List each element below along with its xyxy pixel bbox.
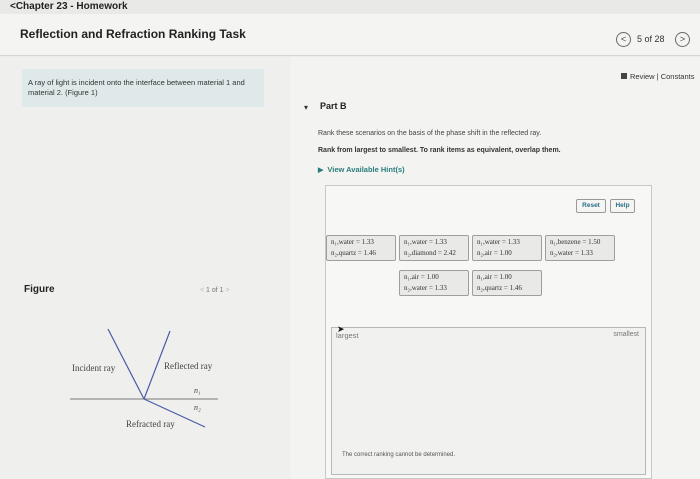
right-panel: Review | Constants ▾ Part B Rank these s…: [290, 57, 700, 479]
instruction-text: Rank these scenarios on the basis of the…: [318, 130, 542, 137]
previous-item-button[interactable]: <: [616, 32, 631, 47]
chip-n2-value: n₂,water = 1.33: [404, 284, 447, 292]
page-count: 5 of 28: [637, 34, 665, 44]
intro-text[interactable]: A ray of light is incident onto the inte…: [28, 78, 262, 98]
collapse-part-icon[interactable]: ▾: [304, 103, 308, 112]
chip-n1-value: n₁,air = 1.00: [477, 273, 512, 281]
chip-n1-value: n₁,water = 1.33: [477, 238, 520, 246]
cannot-be-determined-option[interactable]: The correct ranking cannot be determined…: [342, 452, 455, 458]
n1-label: n₁: [194, 386, 201, 395]
view-hints-link[interactable]: ▶ View Available Hint(s): [318, 165, 405, 174]
back-to-chapter-link[interactable]: <Chapter 23 - Homework: [10, 1, 128, 12]
expand-triangle-icon: ▶: [318, 167, 324, 174]
reflection-refraction-diagram: Incident ray Reflected ray n₁ n₂ Refract…: [70, 328, 218, 429]
top-bar: <Chapter 23 - Homework: [0, 0, 700, 14]
left-panel: A ray of light is incident onto the inte…: [0, 57, 290, 479]
review-constants-link[interactable]: Review | Constants: [621, 72, 694, 81]
chip-n2-value: n₂,diamond = 2.42: [404, 249, 456, 257]
chip-n1-value: n₁,benzene = 1.50: [550, 238, 601, 246]
ranking-chip[interactable]: n₁,water = 1.33 n₂,quartz = 1.46: [326, 235, 396, 261]
next-item-button[interactable]: >: [675, 32, 690, 47]
header: Reflection and Refraction Ranking Task <…: [0, 14, 700, 56]
ranking-chip[interactable]: n₁,benzene = 1.50 n₂,water = 1.33: [545, 235, 615, 261]
chip-n2-value: n₂,quartz = 1.46: [477, 284, 522, 292]
chip-n1-value: n₁,air = 1.00: [404, 273, 439, 281]
refracted-ray-label: Refracted ray: [126, 419, 175, 429]
chip-n2-value: n₂,air = 1.00: [477, 249, 512, 257]
smallest-label: smallest: [613, 331, 639, 338]
incident-ray-label: Incident ray: [72, 363, 116, 373]
ranking-chip[interactable]: n₁,water = 1.33 n₂,diamond = 2.42: [399, 235, 469, 261]
ranking-area: Reset Help n₁,water = 1.33 n₂,quartz = 1…: [325, 185, 652, 479]
ranking-chip[interactable]: n₁,air = 1.00 n₂,water = 1.33: [399, 270, 469, 296]
hints-text: View Available Hint(s): [327, 165, 405, 174]
reset-button[interactable]: Reset: [576, 199, 606, 213]
mouse-cursor-icon: ➤: [337, 324, 345, 334]
figure-pager: < 1 of 1 >: [200, 287, 230, 294]
chip-n2-value: n₂,quartz = 1.46: [331, 249, 376, 257]
ranking-chip[interactable]: n₁,air = 1.00 n₂,quartz = 1.46: [472, 270, 542, 296]
n2-label: n₂: [194, 403, 201, 412]
figure-pager-text: 1 of 1: [206, 287, 224, 294]
chip-n2-value: n₂,water = 1.33: [550, 249, 593, 257]
figure-prev-icon[interactable]: <: [200, 287, 204, 294]
intro-box: A ray of light is incident onto the inte…: [22, 69, 264, 107]
help-button[interactable]: Help: [610, 199, 635, 213]
reflected-ray-label: Reflected ray: [164, 361, 213, 371]
figure-next-icon[interactable]: >: [226, 287, 230, 294]
review-constants-text: Review | Constants: [630, 72, 695, 81]
ranking-instruction: Rank from largest to smallest. To rank i…: [318, 147, 561, 154]
figure-label: Figure: [24, 284, 55, 295]
part-title: Part B: [320, 101, 347, 111]
chip-n1-value: n₁,water = 1.33: [331, 238, 374, 246]
review-icon: [621, 73, 627, 79]
ranking-drop-zone[interactable]: largest ➤ smallest The correct ranking c…: [331, 324, 646, 475]
chip-n1-value: n₁,water = 1.33: [404, 238, 447, 246]
ranking-chip[interactable]: n₁,water = 1.33 n₂,air = 1.00: [472, 235, 542, 261]
page-title: Reflection and Refraction Ranking Task: [20, 27, 246, 41]
